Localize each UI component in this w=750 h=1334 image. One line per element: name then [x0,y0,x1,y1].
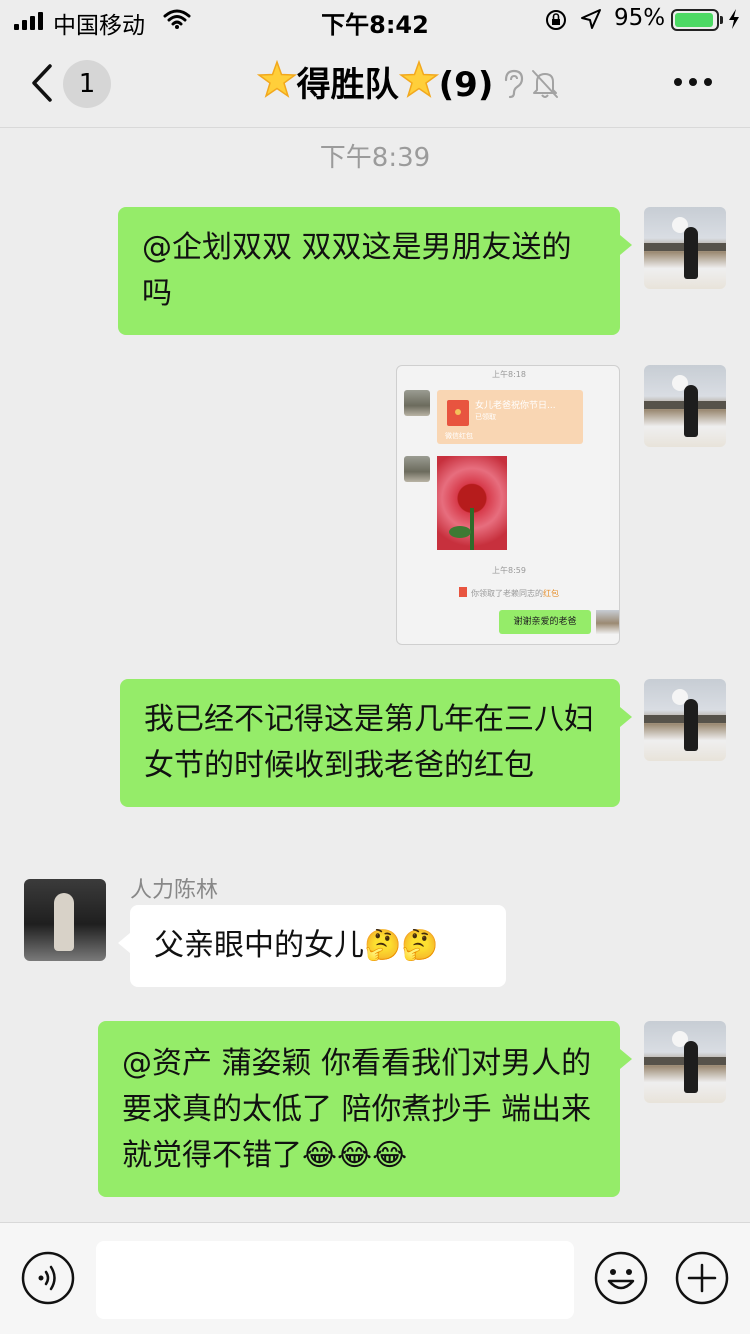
charging-bolt-icon [727,8,741,36]
rotation-lock-icon [544,8,568,38]
muted-bell-icon [530,68,560,104]
message-bubble[interactable]: @资产 蒲姿颖 你看看我们对男人的要求真的太低了 陪你煮抄手 端出来 就觉得不错… [98,1021,632,1197]
battery-fill [675,13,713,27]
avatar [404,390,430,416]
group-name: 得胜队 [296,65,399,105]
reply-bubble: 谢谢亲爱的老爸 [499,610,591,634]
avatar[interactable] [644,365,726,447]
image-time-2: 上午8:59 [492,566,526,575]
battery-icon [671,9,723,31]
chat-title[interactable]: 得胜队 (9) [0,59,750,113]
sender-name: 人力陈林 [130,878,219,903]
image-message[interactable]: 上午8:18 女儿老爸祝你节日... 已领取 微信红包 上午8:59 你领取了老… [396,365,620,645]
star-icon [256,59,297,113]
avatar[interactable] [644,1021,726,1103]
avatar [404,456,430,482]
notice-text: 你领取了老赖同志的 [471,589,543,598]
red-packet-title: 女儿老爸祝你节日... [475,401,556,411]
location-arrow-icon [580,8,602,36]
red-packet-label: 微信红包 [445,432,473,440]
message-bubble[interactable]: 父亲眼中的女儿🤔🤔 [118,905,506,987]
message-list[interactable]: 下午8:39 @企划双双 双双这是男朋友送的吗 上午8:18 女儿老爸祝你节日.… [0,129,750,1222]
battery-percent: 95% [614,5,666,31]
red-packet-icon [459,587,467,597]
message-bubble[interactable]: 我已经不记得这是第几年在三八妇女节的时候收到我老爸的红包 [120,679,632,807]
member-count: (9) [438,65,494,105]
status-bar: 中国移动 下午8:42 95% [0,0,750,40]
chat-timestamp: 下午8:39 [319,143,431,173]
red-packet-notice: 你领取了老赖同志的红包 [397,587,619,599]
chat-header: 1 得胜队 (9) [0,40,750,128]
notice-link: 红包 [543,589,559,598]
plus-icon[interactable] [675,1251,729,1309]
message-bubble[interactable]: @企划双双 双双这是男朋友送的吗 [118,207,632,335]
more-icon[interactable] [674,78,712,86]
input-bar [0,1222,750,1334]
red-packet-status: 已领取 [475,413,496,421]
red-packet-card: 女儿老爸祝你节日... 已领取 微信红包 [437,390,583,444]
avatar[interactable] [644,207,726,289]
rose-photo [437,456,507,550]
emoji-icon[interactable] [594,1251,648,1309]
avatar [596,610,619,634]
message-input[interactable] [96,1241,574,1319]
star-icon [398,59,439,113]
avatar[interactable] [644,679,726,761]
red-packet-icon [447,400,469,426]
ear-icon [500,68,526,104]
image-time-1: 上午8:18 [492,370,526,379]
avatar[interactable] [24,879,106,961]
voice-icon[interactable] [21,1251,75,1309]
